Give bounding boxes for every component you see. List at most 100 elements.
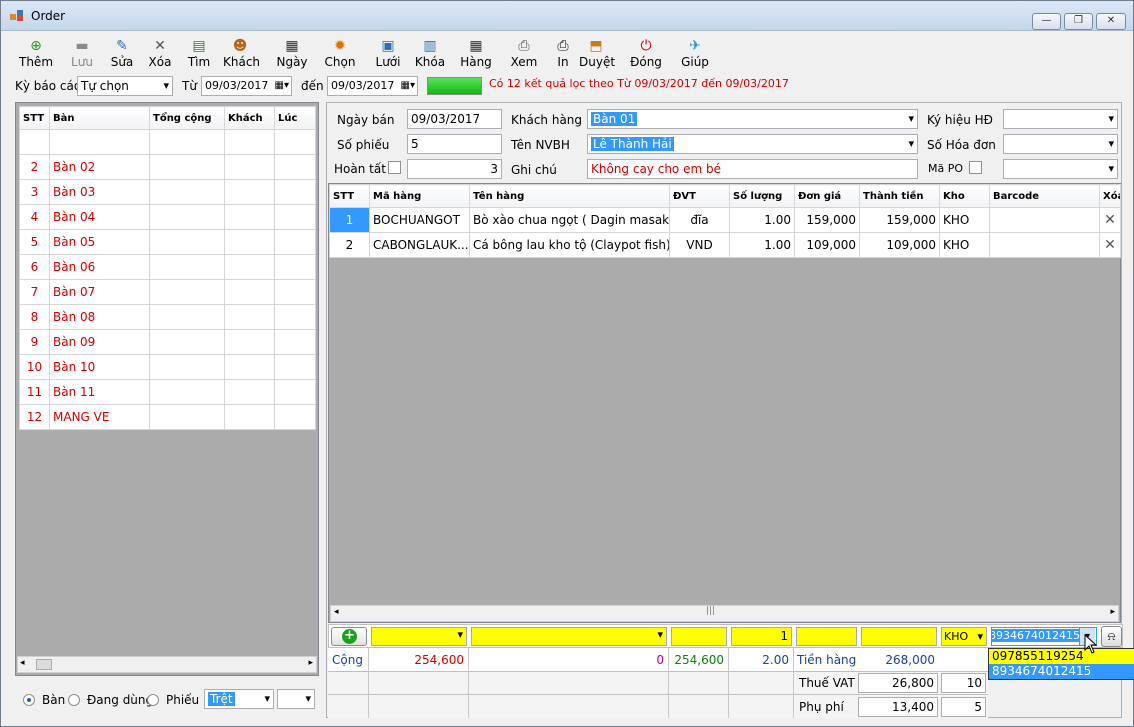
- from-date-picker[interactable]: 09/03/2017 ▦▾: [201, 76, 292, 96]
- item-cell-stt[interactable]: 1: [329, 207, 370, 233]
- item-cell-amount[interactable]: 109,000: [859, 232, 940, 258]
- item-row[interactable]: 2 CABONGLAUK... Cá bông lau kho tộ (Claypo…: [329, 232, 1121, 258]
- ma-po-select[interactable]: [1003, 159, 1118, 179]
- toolbar-grid-button[interactable]: ▣ Lưới: [371, 37, 405, 73]
- add-row-button[interactable]: +: [331, 627, 367, 646]
- toolbar-lock-button[interactable]: ▥ Khóa: [413, 37, 447, 73]
- toolbar-power-button[interactable]: ⏻ Đóng: [629, 37, 663, 73]
- entry-store-select[interactable]: KHO: [941, 627, 987, 646]
- vat-value-input[interactable]: 26,800: [858, 673, 938, 693]
- tables-col-header[interactable]: STT: [19, 106, 50, 130]
- tables-col-header[interactable]: Khách: [224, 106, 275, 130]
- entry-code-select[interactable]: [371, 627, 467, 646]
- table-row[interactable]: 10 Bàn 10: [19, 354, 316, 380]
- item-cell-qty[interactable]: 1.00: [729, 232, 795, 258]
- so-phieu-input[interactable]: 5: [407, 134, 502, 154]
- so-hoa-don-select[interactable]: [1003, 134, 1118, 154]
- delete-row-button[interactable]: ✕: [1099, 232, 1121, 258]
- items-col-header[interactable]: ĐVT: [669, 184, 730, 208]
- khach-hang-select[interactable]: Bàn 01: [587, 109, 918, 129]
- items-h-scrollbar[interactable]: ◂ ||| ▸: [330, 605, 1119, 622]
- hoan-tat-input[interactable]: 3: [407, 159, 502, 179]
- area-select[interactable]: Trệt: [204, 689, 274, 709]
- entry-name-select[interactable]: [471, 627, 667, 646]
- tables-col-header[interactable]: Lúc: [274, 106, 316, 130]
- items-col-header[interactable]: STT: [329, 184, 370, 208]
- toolbar-delete-button[interactable]: ✕ Xóa: [143, 37, 177, 73]
- toolbar-view-button[interactable]: ⎙ Xem: [507, 37, 541, 73]
- ghi-chu-input[interactable]: Không cay cho em bé: [587, 159, 918, 179]
- calendar-icon[interactable]: ▦▾: [275, 77, 289, 95]
- phu-phi-value-input[interactable]: 13,400: [858, 697, 938, 717]
- hoan-tat-checkbox[interactable]: [388, 161, 401, 174]
- item-row[interactable]: 1 BOCHUANGOT Bò xào chua ngọt ( Dagin masa…: [329, 207, 1121, 233]
- delete-row-button[interactable]: ✕: [1099, 207, 1121, 233]
- items-col-header[interactable]: Đơn giá: [794, 184, 860, 208]
- item-cell-price[interactable]: 159,000: [794, 207, 860, 233]
- calendar-icon[interactable]: ▦▾: [401, 77, 415, 95]
- items-col-header[interactable]: Mã hàng: [369, 184, 470, 208]
- items-col-header[interactable]: Kho: [939, 184, 990, 208]
- item-cell-code[interactable]: CABONGLAUK...: [369, 232, 470, 258]
- item-cell-code[interactable]: BOCHUANGOT: [369, 207, 470, 233]
- ma-po-checkbox[interactable]: [969, 161, 982, 174]
- item-cell-unit[interactable]: đĩa: [669, 207, 730, 233]
- table-row[interactable]: 5 Bàn 05: [19, 229, 316, 255]
- toolbar-customer-button[interactable]: ☻ Khách: [223, 37, 260, 73]
- entry-barcode-combo[interactable]: 8934674012415 ▾: [991, 627, 1097, 646]
- barcode-dropdown-list[interactable]: 097855119254 8934674012415: [988, 648, 1134, 680]
- items-col-header[interactable]: Tên hàng: [469, 184, 670, 208]
- toolbar-help-button[interactable]: ✈ Giúp: [678, 37, 712, 73]
- item-cell-name[interactable]: Cá bông lau kho tộ (Claypot fish): [469, 232, 670, 258]
- entry-price-input[interactable]: [796, 627, 857, 646]
- items-col-header[interactable]: Thành tiền: [859, 184, 940, 208]
- radio-dang-dung[interactable]: [68, 694, 80, 706]
- item-cell-store[interactable]: KHO: [939, 232, 990, 258]
- barcode-scan-button[interactable]: ⍾: [1101, 626, 1122, 647]
- vat-rate-input[interactable]: 10: [941, 673, 986, 693]
- ky-hieu-select[interactable]: [1003, 109, 1118, 129]
- radio-ban[interactable]: [23, 694, 35, 706]
- item-cell-name[interactable]: Bò xào chua ngọt ( Dagin masak ...: [469, 207, 670, 233]
- table-row[interactable]: 6 Bàn 06: [19, 254, 316, 280]
- item-cell-qty[interactable]: 1.00: [729, 207, 795, 233]
- tables-col-header[interactable]: Bàn: [49, 106, 150, 130]
- item-cell-amount[interactable]: 159,000: [859, 207, 940, 233]
- table-row[interactable]: 9 Bàn 09: [19, 329, 316, 355]
- to-date-picker[interactable]: 09/03/2017 ▦▾: [327, 76, 418, 96]
- extra-select[interactable]: [277, 689, 315, 709]
- radio-phieu[interactable]: [147, 694, 159, 706]
- item-cell-price[interactable]: 109,000: [794, 232, 860, 258]
- items-col-header[interactable]: Số lượng: [729, 184, 795, 208]
- toolbar-find-button[interactable]: ▤ Tìm: [182, 37, 216, 73]
- table-row[interactable]: 11 Bàn 11: [19, 379, 316, 405]
- table-row[interactable]: 12 MANG VE: [19, 404, 316, 430]
- item-cell-stt[interactable]: 2: [329, 232, 370, 258]
- toolbar-select-button[interactable]: ✹ Chọn: [323, 37, 357, 73]
- toolbar-edit-button[interactable]: ✎ Sửa: [105, 37, 139, 73]
- item-cell-barcode[interactable]: [989, 207, 1100, 233]
- entry-qty-input[interactable]: 1: [731, 627, 792, 646]
- table-row[interactable]: 8 Bàn 08: [19, 304, 316, 330]
- table-row[interactable]: 2 Bàn 02: [19, 154, 316, 180]
- toolbar-save-button[interactable]: ▬ Lưu: [65, 37, 99, 73]
- entry-unit-input[interactable]: [671, 627, 727, 646]
- toolbar-goods-button[interactable]: ▦ Hàng: [459, 37, 493, 73]
- toolbar-approve-button[interactable]: ⬒ Duyệt: [579, 37, 615, 73]
- barcode-option[interactable]: 8934674012415: [989, 664, 1134, 679]
- minimize-button[interactable]: —: [1032, 13, 1061, 30]
- entry-amount-input[interactable]: [861, 627, 937, 646]
- tables-h-scrollbar[interactable]: ◂ ▸: [17, 656, 317, 673]
- period-select[interactable]: Tự chọn: [77, 76, 173, 96]
- toolbar-add-button[interactable]: ⊕ Thêm: [19, 37, 53, 73]
- item-cell-store[interactable]: KHO: [939, 207, 990, 233]
- table-row[interactable]: 4 Bàn 04: [19, 204, 316, 230]
- ngay-ban-input[interactable]: 09/03/2017: [407, 109, 502, 129]
- close-button[interactable]: ✕: [1096, 13, 1126, 30]
- phu-phi-rate-input[interactable]: 5: [941, 697, 986, 717]
- item-cell-unit[interactable]: VND: [669, 232, 730, 258]
- barcode-option[interactable]: 097855119254: [989, 649, 1134, 664]
- nvbh-select[interactable]: Lê Thành Hải: [587, 134, 918, 154]
- items-col-header[interactable]: Barcode: [989, 184, 1100, 208]
- item-cell-barcode[interactable]: [989, 232, 1100, 258]
